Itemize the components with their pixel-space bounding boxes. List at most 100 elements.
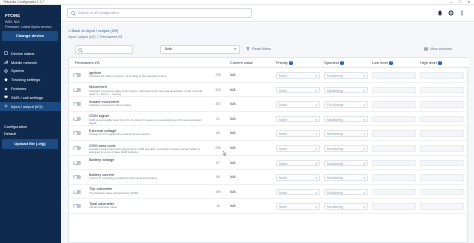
enable-toggle[interactable] bbox=[73, 87, 81, 92]
low-level-input[interactable] bbox=[372, 130, 416, 137]
high-level-input[interactable] bbox=[420, 159, 464, 167]
priority-select[interactable]: None ▾ bbox=[276, 159, 320, 167]
io-description: Trip distance value calculated by GNSS bbox=[89, 190, 139, 195]
table-search-input[interactable] bbox=[75, 45, 133, 54]
high-level-input[interactable] bbox=[420, 174, 464, 181]
reset-filters-button[interactable]: Reset filters bbox=[246, 45, 271, 54]
table-row: Ignition Indicates the state of ignition… bbox=[69, 68, 469, 83]
high-level-input[interactable] bbox=[420, 145, 464, 152]
upload-file-button[interactable]: Upload file (.cfg) bbox=[2, 139, 58, 149]
enable-toggle[interactable] bbox=[73, 175, 81, 180]
chevron-down-icon: ▾ bbox=[315, 190, 317, 195]
column-header-current-value: Current value bbox=[230, 61, 253, 65]
priority-select[interactable]: None ▾ bbox=[276, 130, 320, 137]
io-id: 68 bbox=[216, 175, 220, 180]
sidebar-item-features[interactable]: Features bbox=[0, 84, 61, 93]
io-description: Location Area Code (LAC) depends on GSM … bbox=[89, 147, 200, 155]
low-level-input[interactable] bbox=[372, 203, 416, 210]
topbar: Search in all configuration bbox=[61, 5, 474, 22]
operand-select[interactable]: Monitoring ▾ bbox=[324, 86, 368, 94]
bell-icon[interactable] bbox=[437, 10, 443, 16]
sidebar-item-device-status[interactable]: Device status bbox=[0, 49, 61, 58]
operand-select[interactable]: Monitoring ▾ bbox=[324, 174, 368, 181]
low-level-input[interactable] bbox=[372, 86, 416, 94]
operand-select[interactable]: On change ▾ bbox=[324, 101, 368, 108]
enable-toggle[interactable] bbox=[73, 73, 81, 77]
global-search-input[interactable]: Search in all configuration bbox=[67, 8, 252, 18]
enable-toggle[interactable] bbox=[73, 189, 81, 194]
operand-select[interactable]: Monitoring ▾ bbox=[324, 203, 368, 210]
view-columns-button[interactable]: View columns bbox=[424, 45, 452, 54]
enable-toggle[interactable] bbox=[73, 116, 81, 121]
io-id: 240 bbox=[215, 87, 221, 92]
gear-icon bbox=[4, 69, 8, 73]
device-model: FTC961 bbox=[5, 13, 21, 18]
io-description: Indicates movement state of the device, … bbox=[89, 88, 203, 96]
filter-icon bbox=[246, 47, 250, 51]
priority-select[interactable]: None ▾ bbox=[276, 72, 320, 79]
sidebar-item-system[interactable]: System bbox=[0, 67, 61, 76]
priority-select[interactable]: None ▾ bbox=[276, 174, 320, 181]
priority-select[interactable]: None ▾ bbox=[276, 145, 320, 152]
help-icon[interactable]: ? bbox=[289, 61, 293, 65]
table-row: Battery voltage 67 N/A None ▾ Monitoring ▾ bbox=[69, 156, 469, 171]
operand-select[interactable]: Monitoring ▾ bbox=[324, 159, 368, 167]
enable-toggle[interactable] bbox=[73, 146, 81, 150]
change-device-button[interactable]: Change device bbox=[2, 31, 58, 41]
operand-select[interactable]: Monitoring ▾ bbox=[324, 115, 368, 123]
sidebar-item-label: Tracking settings bbox=[11, 77, 41, 83]
operand-select[interactable]: Monitoring ▾ bbox=[324, 72, 368, 79]
priority-select[interactable]: None ▾ bbox=[276, 115, 320, 123]
low-level-input[interactable] bbox=[372, 115, 416, 123]
io-id: 239 bbox=[215, 73, 221, 77]
sidebar-item-tracking-settings[interactable]: Tracking settings bbox=[0, 75, 61, 84]
help-icon[interactable]: ? bbox=[340, 61, 344, 65]
sidebar-item-input-output[interactable]: Input / output (I/O) bbox=[0, 101, 61, 111]
high-level-input[interactable] bbox=[420, 203, 464, 210]
low-level-input[interactable] bbox=[372, 101, 416, 108]
status-icon bbox=[4, 51, 8, 56]
high-level-input[interactable] bbox=[420, 72, 464, 79]
priority-select[interactable]: None ▾ bbox=[276, 101, 320, 108]
settings-gear-icon[interactable] bbox=[448, 10, 454, 16]
low-level-input[interactable] bbox=[372, 174, 416, 181]
high-level-input[interactable] bbox=[420, 188, 464, 196]
help-icon[interactable]: ? bbox=[389, 61, 393, 65]
operand-select[interactable]: Monitoring ▾ bbox=[324, 188, 368, 196]
sidebar-item-label: Input / output (I/O) bbox=[11, 103, 43, 109]
enable-toggle[interactable] bbox=[73, 102, 81, 107]
high-level-input[interactable] bbox=[420, 86, 464, 94]
operand-select[interactable]: Monitoring ▾ bbox=[324, 145, 368, 152]
chevron-down-icon: ▾ bbox=[363, 161, 365, 166]
enable-toggle[interactable] bbox=[73, 131, 81, 136]
operand-select[interactable]: Monitoring ▾ bbox=[324, 130, 368, 137]
mouse-cursor-icon bbox=[223, 151, 227, 156]
permanent-io-table: Permanent I/O Current value Priority? Op… bbox=[68, 57, 469, 243]
back-link[interactable]: < Back to Input / output (I/O) bbox=[68, 28, 118, 33]
configuration-section-title: Configuration bbox=[4, 124, 28, 129]
priority-select[interactable]: None ▾ bbox=[276, 203, 320, 210]
low-level-input[interactable] bbox=[372, 145, 416, 152]
priority-select[interactable]: None ▾ bbox=[276, 188, 320, 196]
enable-toggle[interactable] bbox=[73, 160, 81, 165]
sidebar-item-sms-call[interactable]: SMS / call settings bbox=[0, 93, 61, 102]
menu-icon[interactable] bbox=[459, 10, 465, 16]
high-level-input[interactable] bbox=[420, 115, 464, 123]
priority-select[interactable]: None ▾ bbox=[276, 86, 320, 94]
chevron-down-icon: ▾ bbox=[363, 132, 365, 137]
chevron-down-icon: ▾ bbox=[315, 205, 317, 210]
low-level-input[interactable] bbox=[372, 159, 416, 167]
help-icon[interactable]: ? bbox=[438, 61, 442, 65]
filter-toolbar: Both ▾ Reset filters View columns bbox=[68, 44, 468, 55]
sidebar-item-mobile-network[interactable]: Mobile network bbox=[0, 58, 61, 67]
low-level-input[interactable] bbox=[372, 72, 416, 79]
current-value: N/A bbox=[230, 87, 236, 92]
high-level-input[interactable] bbox=[420, 130, 464, 137]
breadcrumb-parent[interactable]: Input / output (I/O) bbox=[68, 35, 96, 39]
column-header-priority: Priority? bbox=[276, 61, 293, 65]
enable-toggle[interactable] bbox=[73, 204, 81, 209]
low-level-input[interactable] bbox=[372, 188, 416, 196]
breadcrumb-separator: / bbox=[97, 35, 99, 39]
filter-select[interactable]: Both ▾ bbox=[160, 45, 240, 54]
high-level-input[interactable] bbox=[420, 101, 464, 108]
